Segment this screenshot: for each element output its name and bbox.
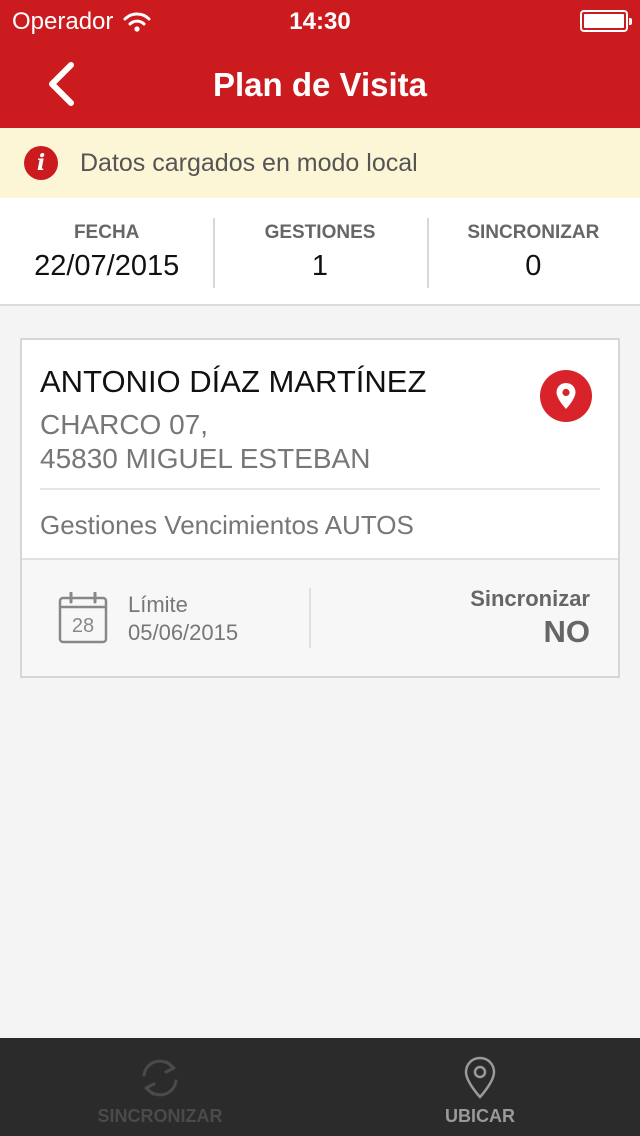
sync-value: NO <box>543 614 591 649</box>
card-divider <box>40 488 600 490</box>
gestiones-label: GESTIONES <box>264 222 376 243</box>
sincronizar-value: 0 <box>525 250 542 282</box>
summary-sincronizar: SINCRONIZAR 0 <box>426 198 640 304</box>
client-name: ANTONIO DÍAZ MARTÍNEZ <box>40 364 427 399</box>
limit-date: 05/06/2015 <box>128 620 239 645</box>
fecha-value: 22/07/2015 <box>34 250 180 282</box>
card-footer: 28 Límite 05/06/2015 Sincronizar NO <box>22 558 618 676</box>
app-header: Operador 14:30 Plan de Visita <box>0 0 640 128</box>
footer-divider <box>309 588 311 648</box>
gestion-description: Gestiones Vencimientos AUTOS <box>40 510 414 540</box>
sincronizar-label: SINCRONIZAR <box>467 222 600 243</box>
address-line2: 45830 MIGUEL ESTEBAN <box>40 443 371 474</box>
tab-sincronizar[interactable]: SINCRONIZAR <box>0 1038 320 1136</box>
sync-label: Sincronizar <box>470 586 590 611</box>
info-icon: i <box>24 146 58 180</box>
visit-card[interactable]: ANTONIO DÍAZ MARTÍNEZ CHARCO 07, 45830 M… <box>20 338 620 678</box>
address-line1: CHARCO 07, <box>40 409 209 440</box>
map-pin-icon <box>556 383 576 409</box>
limit-label: Límite <box>128 592 188 617</box>
page-title: Plan de Visita <box>213 66 427 103</box>
summary-bar: FECHA 22/07/2015 GESTIONES 1 SINCRONIZAR… <box>0 198 640 306</box>
tab-ubicar[interactable]: UBICAR <box>320 1038 640 1136</box>
summary-fecha: FECHA 22/07/2015 <box>0 198 213 304</box>
client-address: CHARCO 07, 45830 MIGUEL ESTEBAN <box>40 408 370 476</box>
tab-bar: SINCRONIZAR UBICAR <box>0 1038 640 1136</box>
alert-message: Datos cargados en modo local <box>80 148 418 177</box>
map-pin-icon <box>464 1056 496 1099</box>
gestiones-value: 1 <box>311 250 329 282</box>
calendar-icon: 28 <box>58 592 108 644</box>
tab-sincronizar-label: SINCRONIZAR <box>97 1106 223 1126</box>
local-mode-alert: i Datos cargados en modo local <box>0 128 640 198</box>
battery-icon <box>580 10 632 32</box>
status-bar: Operador 14:30 <box>0 0 640 40</box>
tab-ubicar-label: UBICAR <box>445 1106 515 1126</box>
calendar-day: 28 <box>72 615 94 637</box>
nav-bar: Plan de Visita <box>0 40 640 128</box>
summary-gestiones: GESTIONES 1 <box>213 198 426 304</box>
status-time: 14:30 <box>289 8 351 35</box>
sync-icon <box>142 1059 178 1097</box>
location-button[interactable] <box>540 370 592 422</box>
fecha-label: FECHA <box>73 222 140 243</box>
